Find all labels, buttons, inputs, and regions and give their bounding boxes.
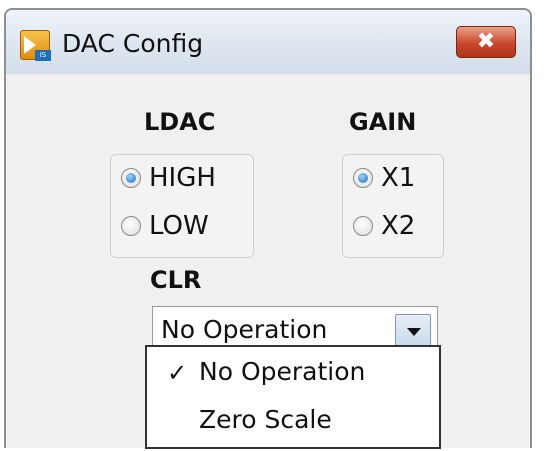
app-icon-tag: IS (35, 50, 51, 61)
ldac-option-low[interactable]: LOW (121, 211, 209, 241)
clr-option-no-operation[interactable]: ✓ No Operation (147, 349, 439, 395)
close-icon: ✖ (476, 29, 496, 54)
ldac-option-label: HIGH (149, 163, 216, 193)
ldac-option-label: LOW (149, 211, 209, 241)
title-bar[interactable]: IS DAC Config ✖ (6, 10, 530, 74)
radio-button[interactable] (353, 216, 373, 236)
close-button[interactable]: ✖ (456, 26, 516, 58)
clr-option-label: Zero Scale (199, 405, 332, 434)
radio-button[interactable] (121, 216, 141, 236)
check-icon: ✓ (167, 359, 188, 387)
clr-dropdown-list: ✓ No Operation Zero Scale (145, 345, 441, 449)
clr-label: CLR (150, 266, 202, 294)
ldac-radio-group: HIGH LOW (110, 154, 254, 258)
gain-option-label: X1 (381, 163, 416, 193)
radio-button-selected[interactable] (353, 168, 373, 188)
chevron-down-icon[interactable] (395, 314, 431, 348)
radio-button-selected[interactable] (121, 168, 141, 188)
gain-label: GAIN (349, 108, 417, 136)
ldac-option-high[interactable]: HIGH (121, 163, 216, 193)
window-title: DAC Config (62, 29, 204, 58)
labview-app-icon: IS (20, 30, 51, 61)
gain-radio-group: X1 X2 (342, 154, 444, 258)
gain-option-x1[interactable]: X1 (353, 163, 415, 193)
clr-option-label: No Operation (199, 357, 366, 386)
gain-option-x2[interactable]: X2 (353, 211, 415, 241)
clr-selected-value: No Operation (161, 315, 328, 344)
ldac-label: LDAC (144, 108, 216, 136)
clr-option-zero-scale[interactable]: Zero Scale (147, 397, 439, 443)
gain-option-label: X2 (381, 211, 416, 241)
